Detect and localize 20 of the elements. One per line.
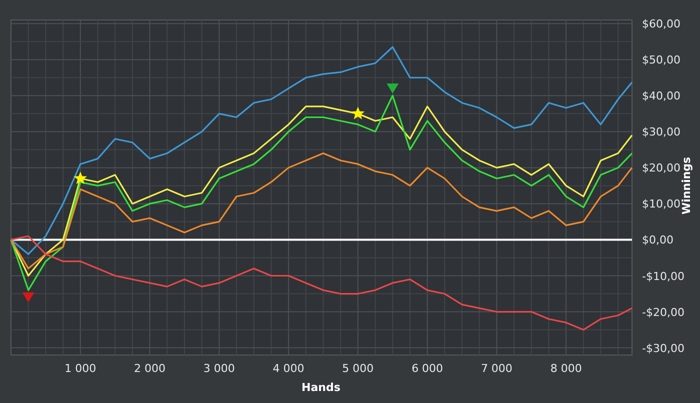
axis-tick-label: $60,00 <box>642 18 680 31</box>
axis-tick-label: 4 000 <box>272 362 304 375</box>
axis-tick-label: $50,00 <box>642 54 680 67</box>
axis-tick-label: -$10,00 <box>642 270 684 283</box>
axis-tick-label: 7 000 <box>480 362 512 375</box>
axis-tick-label: $30,00 <box>642 126 680 139</box>
axis-tick-label: -$20,00 <box>642 306 684 319</box>
axis-tick-label: 8 000 <box>550 362 582 375</box>
axis-tick-label: 6 000 <box>412 362 444 375</box>
axis-tick-label: $20,00 <box>642 162 680 175</box>
axis-tick-label: -$30,00 <box>642 342 684 355</box>
axis-tick-label: 2 000 <box>134 362 166 375</box>
axis-tick-label: 5 000 <box>342 362 374 375</box>
axis-title: Winnings <box>680 156 693 214</box>
axis-tick-label: 1 000 <box>64 362 96 375</box>
axis-tick-label: $10,00 <box>642 198 680 211</box>
axis-tick-label: $40,00 <box>642 90 680 103</box>
axis-title: Hands <box>302 381 340 394</box>
axis-tick-label: 3 000 <box>203 362 235 375</box>
axis-tick-label: $0,00 <box>642 234 674 247</box>
